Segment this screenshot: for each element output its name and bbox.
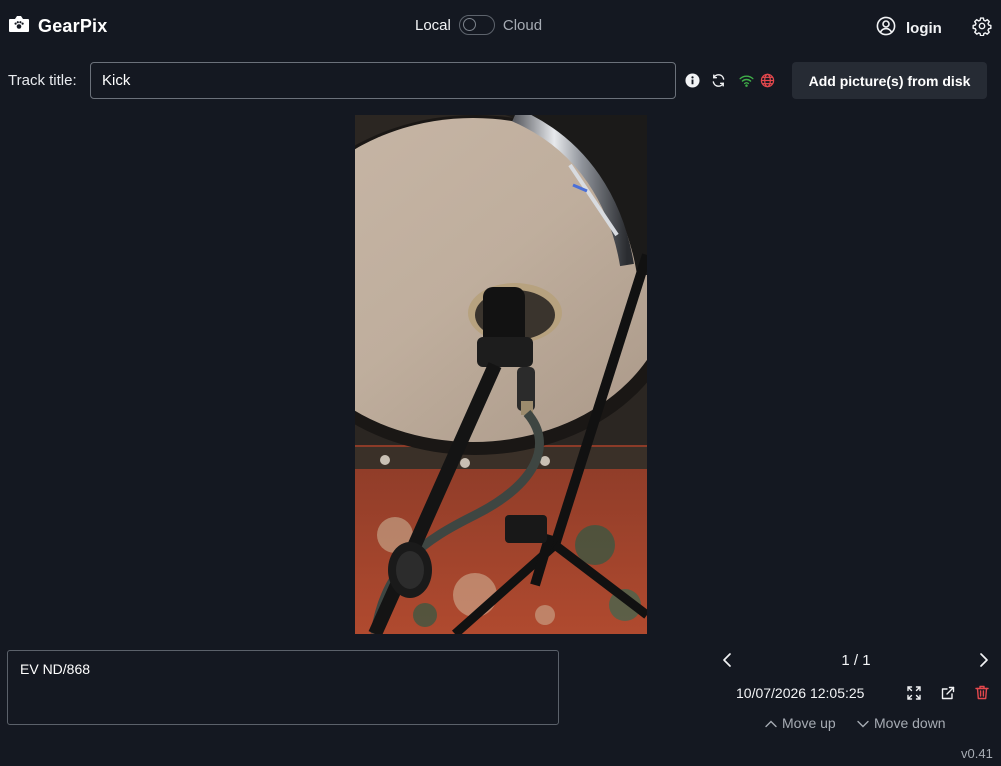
app-title: GearPix — [38, 16, 108, 36]
track-title-input[interactable] — [90, 62, 676, 99]
user-circle-icon — [876, 16, 896, 41]
chevron-left-icon — [720, 653, 734, 672]
open-external-button[interactable] — [941, 686, 955, 705]
cloud-toggle[interactable] — [458, 15, 495, 35]
chevron-down-icon — [857, 715, 869, 731]
login-label: login — [906, 20, 942, 37]
refresh-button[interactable] — [711, 73, 726, 93]
cloud-sync-status — [760, 73, 775, 93]
cloud-label: Cloud — [502, 16, 543, 34]
trash-icon — [975, 685, 989, 705]
camera-paw-icon — [8, 14, 30, 39]
chevron-up-icon — [765, 715, 777, 731]
wifi-icon — [739, 74, 754, 92]
info-button[interactable] — [685, 73, 700, 93]
local-label: Local — [415, 16, 451, 34]
move-down-label: Move down — [874, 715, 946, 731]
add-pictures-button[interactable]: Add picture(s) from disk — [792, 62, 987, 99]
notes-textarea[interactable]: EV ND/868 — [7, 650, 559, 725]
refresh-icon — [711, 73, 726, 93]
external-link-icon — [941, 686, 955, 705]
settings-button[interactable] — [972, 16, 992, 41]
app-version: v0.41 — [961, 746, 993, 761]
storage-mode: Local Cloud — [415, 15, 542, 35]
gear-icon — [972, 17, 992, 40]
info-icon — [685, 73, 700, 93]
previous-picture-button[interactable] — [720, 652, 734, 673]
track-title-label: Track title: — [8, 72, 77, 89]
app-window: GearPix Local Cloud login Track title: K… — [0, 0, 1001, 766]
login-button[interactable]: login — [876, 16, 942, 41]
connection-status — [739, 74, 754, 92]
fullscreen-button[interactable] — [907, 686, 921, 705]
next-picture-button[interactable] — [977, 652, 991, 673]
move-up-button[interactable]: Move up — [765, 715, 836, 731]
gear-photo — [355, 115, 647, 634]
move-up-label: Move up — [782, 715, 836, 731]
picture-timestamp: 10/07/2026 12:05:25 — [736, 685, 865, 701]
move-down-button[interactable]: Move down — [857, 715, 946, 731]
chevron-right-icon — [977, 653, 991, 672]
toggle-knob — [462, 18, 476, 31]
picture-counter: 1 / 1 — [841, 652, 871, 669]
expand-icon — [907, 686, 921, 705]
brand: GearPix — [8, 14, 107, 39]
globe-icon — [760, 73, 775, 93]
delete-picture-button[interactable] — [975, 685, 989, 705]
